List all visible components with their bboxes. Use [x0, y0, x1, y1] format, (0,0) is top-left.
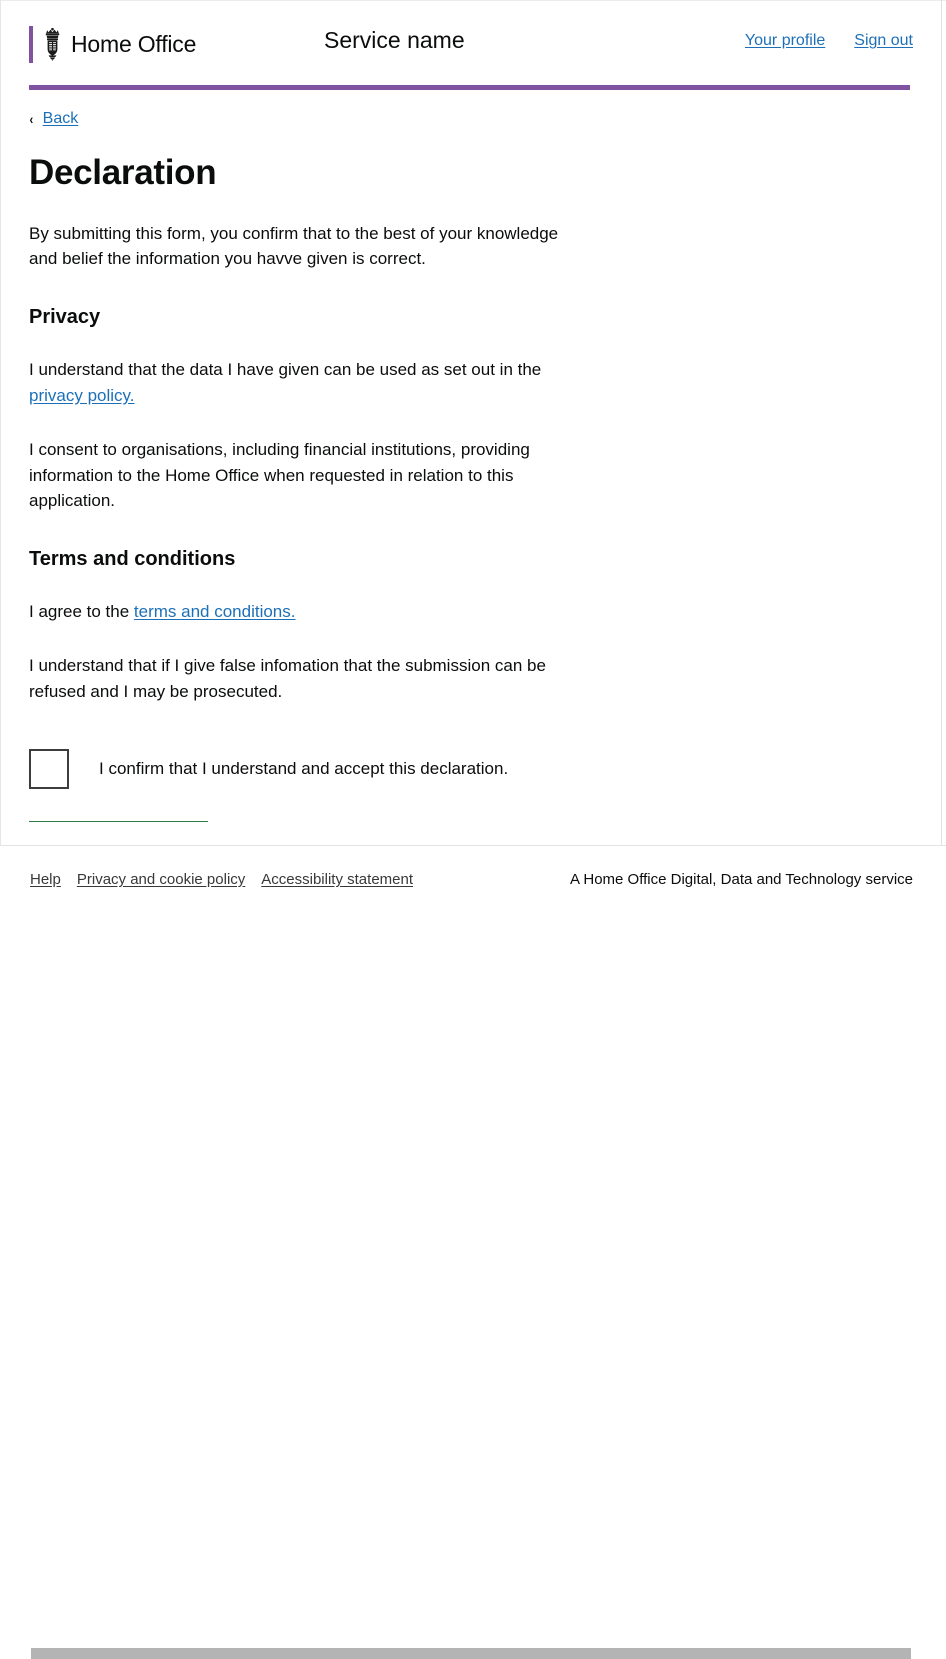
service-name-label: Service name	[324, 27, 465, 53]
confirm-declaration-label: I confirm that I understand and accept t…	[99, 758, 509, 778]
page-root: Home Office Service name Your profile Si…	[0, 0, 946, 1659]
privacy-paragraph-1-text: I understand that the data I have given …	[29, 360, 542, 380]
accessibility-statement-link[interactable]: Accessibility statement	[261, 871, 413, 888]
horizontal-scrollbar-track[interactable]	[1, 822, 940, 1659]
help-link[interactable]: Help	[30, 871, 61, 888]
privacy-and-cookie-policy-link[interactable]: Privacy and cookie policy	[77, 871, 245, 888]
terms-heading: Terms and conditions	[29, 548, 236, 571]
footer-links: Help Privacy and cookie policy Accessibi…	[30, 871, 413, 888]
main-content-scroll-area: ‹ Back Declaration By submitting this fo…	[0, 90, 946, 822]
privacy-paragraph-2: I consent to organisations, including fi…	[29, 439, 530, 511]
sign-out-link[interactable]: Sign out	[854, 32, 913, 50]
content-column: ‹ Back Declaration By submitting this fo…	[0, 90, 946, 822]
privacy-policy-link[interactable]: privacy policy.	[29, 386, 135, 405]
intro-paragraph: By submitting this form, you confirm tha…	[29, 223, 559, 269]
terms-paragraph-1-text: I agree to the	[29, 602, 134, 622]
confirm-declaration-row[interactable]: I confirm that I understand and accept t…	[29, 748, 946, 789]
home-office-brand[interactable]: Home Office	[29, 24, 196, 64]
your-profile-link[interactable]: Your profile	[745, 32, 825, 50]
header-links: Your profile Sign out	[745, 32, 913, 50]
terms-paragraph-1: I agree to the terms and conditions.	[29, 599, 559, 625]
brand-accent-bar	[29, 25, 33, 63]
privacy-paragraph-1: I understand that the data I have given …	[29, 357, 559, 409]
chevron-left-icon: ‹	[29, 111, 34, 127]
terms-and-conditions-link[interactable]: terms and conditions.	[134, 602, 296, 621]
privacy-heading: Privacy	[29, 306, 101, 329]
confirm-declaration-checkbox[interactable]	[29, 748, 69, 789]
royal-crest-icon	[45, 27, 60, 61]
back-link-label: Back	[42, 110, 79, 127]
page-title: Declaration	[29, 153, 217, 192]
site-header: Home Office Service name Your profile Si…	[0, 0, 946, 90]
back-link[interactable]: ‹ Back	[29, 110, 78, 128]
footer-service-note: A Home Office Digital, Data and Technolo…	[570, 871, 913, 888]
brand-name-label: Home Office	[71, 30, 197, 57]
site-footer: Help Privacy and cookie policy Accessibi…	[0, 845, 946, 917]
horizontal-scrollbar-thumb[interactable]	[31, 1648, 911, 1659]
terms-paragraph-2: I understand that if I give false infoma…	[29, 656, 546, 701]
